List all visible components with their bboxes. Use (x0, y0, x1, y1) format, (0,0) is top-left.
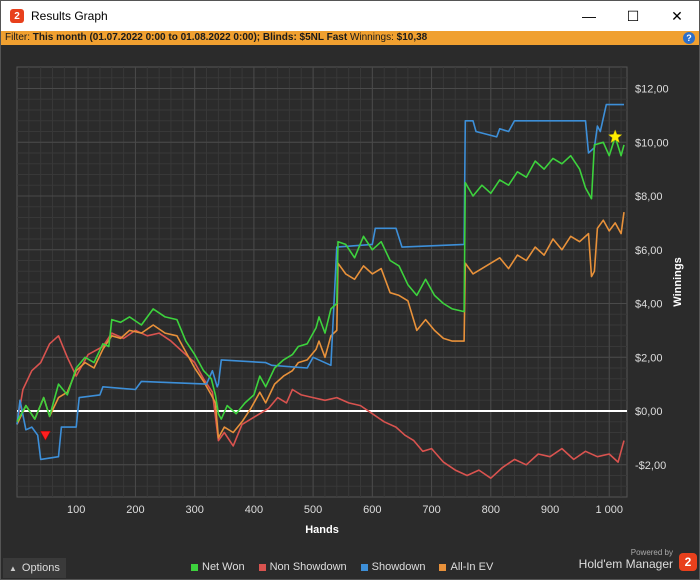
caret-up-icon: ▲ (9, 563, 17, 573)
close-button[interactable]: ✕ (655, 1, 699, 31)
x-axis-title: Hands (305, 524, 339, 536)
filter-winnings-label: Winnings: (347, 32, 397, 43)
maximize-button[interactable]: ☐ (611, 1, 655, 31)
filter-winnings-value: $10,38 (396, 32, 428, 43)
legend-label: Showdown (371, 561, 426, 573)
chart-svg: 100 200 300 400 500 600 700 800 900 1 000 -$2,00 $0… (16, 66, 684, 536)
title-bar[interactable]: 2 Results Graph — ☐ ✕ (1, 1, 699, 31)
filter-prefix: Filter: (5, 32, 33, 43)
y-tick-label: $6,00 (635, 245, 663, 257)
results-chart: 100 200 300 400 500 600 700 800 900 1 000 -$2,00 $0… (1, 45, 699, 545)
chart-legend: Net Won Non Showdown Showdown All-In EV (191, 561, 493, 573)
y-tick-label: $4,00 (635, 299, 663, 311)
powered-by-text: Powered by (630, 548, 673, 557)
legend-swatch (360, 563, 368, 571)
minimize-button[interactable]: — (567, 1, 611, 31)
legend-swatch (258, 563, 266, 571)
legend-item[interactable]: Showdown (360, 561, 426, 573)
options-label: Options (21, 562, 60, 574)
y-tick-label: $0,00 (635, 406, 663, 418)
legend-item[interactable]: Net Won (191, 561, 245, 573)
x-tick-label: 500 (304, 504, 322, 516)
legend-label: All-In EV (450, 561, 494, 573)
brand-block: Powered by Hold'em Manager 2 (578, 548, 697, 571)
y-tick-label: $2,00 (635, 352, 663, 364)
x-tick-label: 400 (245, 504, 263, 516)
app-logo-icon: 2 (10, 9, 24, 23)
y-axis-title: Winnings (672, 257, 684, 306)
y-tick-label: $8,00 (635, 191, 663, 203)
x-tick-label: 800 (482, 504, 500, 516)
x-tick-label: 300 (185, 504, 203, 516)
y-tick-label: $12,00 (635, 84, 669, 96)
y-tick-label: $10,00 (635, 137, 669, 149)
x-tick-label: 900 (541, 504, 559, 516)
x-tick-label: 100 (67, 504, 85, 516)
brand-logo-icon: 2 (679, 553, 697, 571)
help-icon[interactable]: ? (683, 32, 695, 44)
y-tick-label: -$2,00 (635, 460, 666, 472)
window-controls: — ☐ ✕ (567, 1, 699, 31)
legend-swatch (191, 563, 198, 571)
brand-name: Hold'em Manager (578, 557, 673, 571)
filter-bar[interactable]: Filter: This month (01.07.2022 0:00 to 0… (1, 31, 699, 45)
footer-bar: ▲ Options Net Won Non Showdown Showdown All… (1, 548, 699, 580)
x-tick-label: 1 000 (595, 504, 623, 516)
x-tick-label: 600 (363, 504, 381, 516)
legend-item[interactable]: All-In EV (439, 561, 493, 573)
window-title: Results Graph (31, 9, 108, 23)
legend-swatch (439, 563, 447, 571)
results-graph-window: 2 Results Graph — ☐ ✕ Filter: This month… (0, 0, 700, 580)
x-tick-label: 200 (126, 504, 144, 516)
filter-blinds: Blinds: $5NL Fast (262, 32, 348, 43)
legend-label: Non Showdown (269, 561, 347, 573)
filter-period: This month (01.07.2022 0:00 to 01.08.202… (32, 32, 257, 43)
x-tick-label: 700 (422, 504, 440, 516)
legend-label: Net Won (202, 561, 245, 573)
options-button[interactable]: ▲ Options (3, 558, 66, 578)
legend-item[interactable]: Non Showdown (258, 561, 347, 573)
